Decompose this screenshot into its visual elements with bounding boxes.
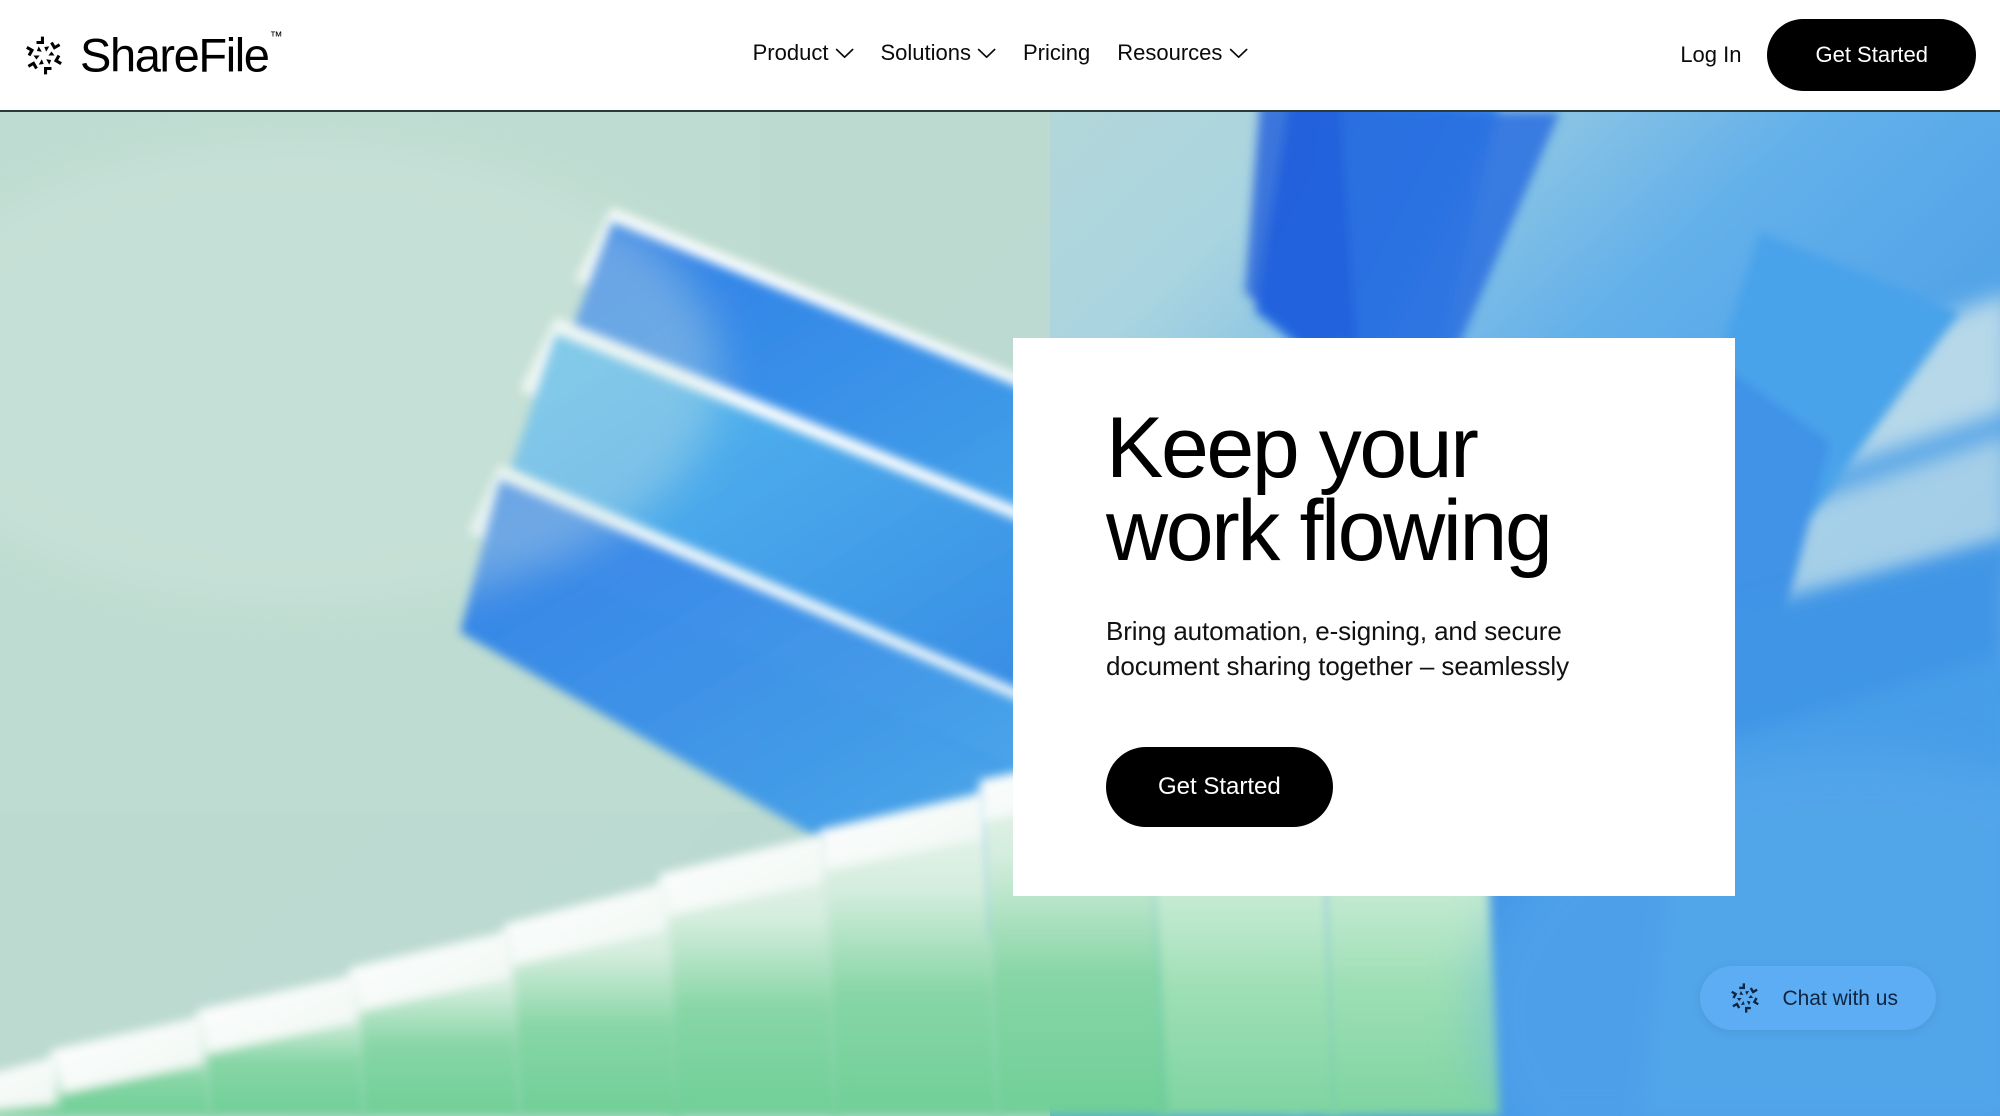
nav-item-label: Product — [752, 40, 829, 65]
hero-section: Keep your work flowing Bring automation,… — [0, 112, 2000, 1116]
nav-item-pricing[interactable]: Pricing — [1023, 42, 1090, 64]
hero-subtitle: Bring automation, e-signing, and secure … — [1106, 615, 1570, 682]
login-link[interactable]: Log In — [1680, 42, 1741, 68]
chat-with-us-button[interactable]: Chat with us — [1700, 966, 1936, 1030]
brand-name-text: ShareFile — [80, 28, 270, 82]
site-header: ShareFile™ Product Solutions Pricing Res… — [0, 0, 2000, 112]
chevron-down-icon — [978, 48, 996, 59]
nav-item-product[interactable]: Product — [753, 42, 854, 64]
trademark-symbol: ™ — [269, 28, 283, 44]
nav-item-label: Resources — [1117, 40, 1223, 65]
brand-logo[interactable]: ShareFile™ — [22, 28, 283, 82]
hero-title-line-1: Keep your — [1106, 399, 1479, 496]
header-get-started-button[interactable]: Get Started — [1767, 19, 1976, 91]
hero-title-line-2: work flowing — [1106, 483, 1553, 580]
header-actions: Log In Get Started — [1680, 19, 1976, 91]
chevron-down-icon — [1229, 48, 1248, 59]
nav-item-solutions[interactable]: Solutions — [880, 42, 996, 64]
primary-navigation: Product Solutions Pricing Resources — [753, 42, 1248, 64]
hero-get-started-button[interactable]: Get Started — [1106, 747, 1333, 828]
chevron-down-icon — [835, 48, 854, 59]
hero-content-card: Keep your work flowing Bring automation,… — [1013, 338, 1735, 896]
nav-item-label: Solutions — [880, 40, 971, 65]
brand-wordmark: ShareFile™ — [80, 28, 283, 82]
sharefile-pinwheel-icon — [1728, 981, 1762, 1015]
hero-title: Keep your work flowing — [1106, 405, 1735, 574]
nav-item-label: Pricing — [1022, 40, 1091, 65]
sharefile-pinwheel-icon — [22, 33, 66, 77]
chat-label: Chat with us — [1782, 986, 1898, 1010]
nav-item-resources[interactable]: Resources — [1117, 40, 1248, 65]
